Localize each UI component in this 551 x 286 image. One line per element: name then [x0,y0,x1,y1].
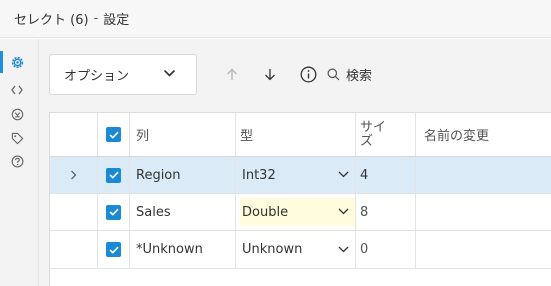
transform-tab[interactable] [8,105,26,123]
rename-cell[interactable] [416,194,551,230]
type-select[interactable]: Unknown [240,236,355,264]
window-subtitle: 設定 [103,13,130,28]
row-checkbox-cell [98,231,130,268]
chevron-down-icon [338,171,349,178]
row-checkbox[interactable] [106,167,121,183]
table-row[interactable]: Region Int32 4 [50,157,551,194]
help-icon [11,155,23,167]
row-checkbox-cell [98,194,130,230]
field-name: Region [130,157,236,193]
header-column[interactable]: 列 [130,113,236,156]
options-label: オプション [64,69,130,84]
field-name: *Unknown [130,231,236,268]
row-checkbox[interactable] [106,204,121,220]
header-size-line1: サイ [360,119,387,135]
field-name: Sales [130,194,236,230]
window-title: セレクト (6) [14,13,89,28]
window-titlebar: セレクト (6) - 設定 [0,0,551,38]
arrow-up-icon [227,68,237,80]
size-cell[interactable]: 8 [356,194,416,230]
table-row[interactable]: Sales Double 8 [50,194,551,231]
title-separator: - [93,11,99,26]
grid-header: 列 型 サイ ズ 名前の変更 [50,113,551,157]
check-icon [108,171,119,179]
chevron-down-icon [338,208,349,215]
vertical-tab-bar [0,39,39,286]
type-cell: Unknown [236,231,356,268]
row-expand-cell[interactable] [50,157,98,193]
check-icon [108,131,119,139]
field-grid: 列 型 サイ ズ 名前の変更 Region Int32 4 Sales Doub… [49,112,551,286]
arrow-down-icon [265,69,275,81]
select-all-checkbox[interactable] [106,127,121,142]
type-value: Double [242,204,289,220]
code-icon [11,85,23,95]
type-cell: Double [236,194,356,230]
type-cell: Int32 [236,157,356,193]
chevron-down-icon [338,246,349,252]
gear-icon [11,56,23,68]
type-select[interactable]: Int32 [240,161,355,189]
type-value: Int32 [242,167,276,183]
table-row[interactable]: *Unknown Unknown 0 [50,231,551,269]
check-icon [108,246,119,254]
search-placeholder: 検索 [346,69,373,84]
tag-icon [11,132,23,144]
search-icon [327,68,340,81]
header-type[interactable]: 型 [236,113,356,156]
type-select[interactable]: Double [240,198,355,226]
size-value: 0 [360,242,369,257]
search-field[interactable]: 検索 [327,65,372,84]
header-expand-cell [50,113,98,156]
rename-cell[interactable] [416,231,551,268]
info-icon [300,66,316,83]
target-icon [11,108,23,120]
code-tab[interactable] [8,81,26,99]
row-expand-cell [50,194,98,230]
size-value: 8 [360,204,369,220]
settings-panel: オプション 検索 列 型 サイ ズ 名前の変更 Region Int32 4 S… [39,39,551,286]
chevron-down-icon [163,69,176,77]
row-checkbox-cell [98,157,130,193]
settings-tab[interactable] [0,51,26,73]
chevron-right-icon [71,170,77,180]
move-down-button[interactable] [255,60,285,90]
size-value: 4 [360,167,369,183]
row-checkbox[interactable] [106,242,121,257]
help-tab[interactable] [8,152,26,170]
options-dropdown-button[interactable]: オプション [49,54,197,95]
header-rename[interactable]: 名前の変更 [416,113,551,156]
tags-tab[interactable] [8,129,26,147]
size-cell[interactable]: 0 [356,231,416,268]
type-value: Unknown [242,242,303,257]
size-cell[interactable]: 4 [356,157,416,193]
row-expand-cell [50,231,98,268]
header-size-line2: ズ [360,133,374,149]
header-size[interactable]: サイ ズ [356,113,416,156]
rename-cell[interactable] [416,157,551,193]
toolbar: オプション 検索 [49,54,372,95]
info-button[interactable] [293,60,323,90]
move-up-button[interactable] [217,60,247,90]
check-icon [108,208,119,216]
header-select-all [98,113,130,156]
